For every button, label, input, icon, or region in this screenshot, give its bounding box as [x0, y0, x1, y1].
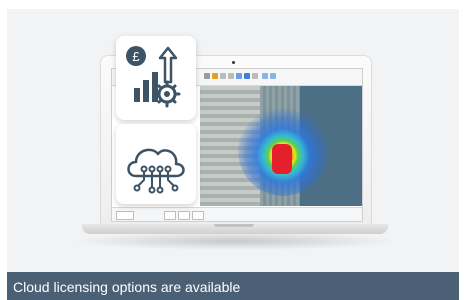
- heatmap-hotspot: [272, 144, 292, 174]
- status-button: [164, 211, 176, 220]
- status-button: [116, 211, 134, 220]
- app-status-bar: [112, 207, 362, 221]
- toolbar-icon: [228, 73, 234, 79]
- camera-dot: [232, 61, 235, 64]
- caption-bar: Cloud licensing options are available: [7, 272, 459, 300]
- laptop-shadow: [72, 232, 398, 250]
- toolbar-icon: [244, 73, 250, 79]
- cloud-card: [116, 124, 196, 204]
- toolbar-icon: [204, 73, 210, 79]
- finance-card: £: [116, 36, 196, 120]
- cloud-network-icon: [127, 148, 185, 194]
- laptop-notch: [214, 224, 254, 227]
- toolbar-icon: [236, 73, 242, 79]
- caption-text: Cloud licensing options are available: [13, 279, 241, 295]
- status-button: [178, 211, 190, 220]
- svg-text:£: £: [132, 49, 140, 64]
- toolbar-icon: [220, 73, 226, 79]
- toolbar-icon: [270, 73, 276, 79]
- pound-growth-gear-icon: £: [126, 46, 181, 108]
- toolbar-icon: [262, 73, 268, 79]
- toolbar-icon: [252, 73, 258, 79]
- status-button: [192, 211, 204, 220]
- satellite-map: [200, 86, 362, 206]
- toolbar-icon: [212, 73, 218, 79]
